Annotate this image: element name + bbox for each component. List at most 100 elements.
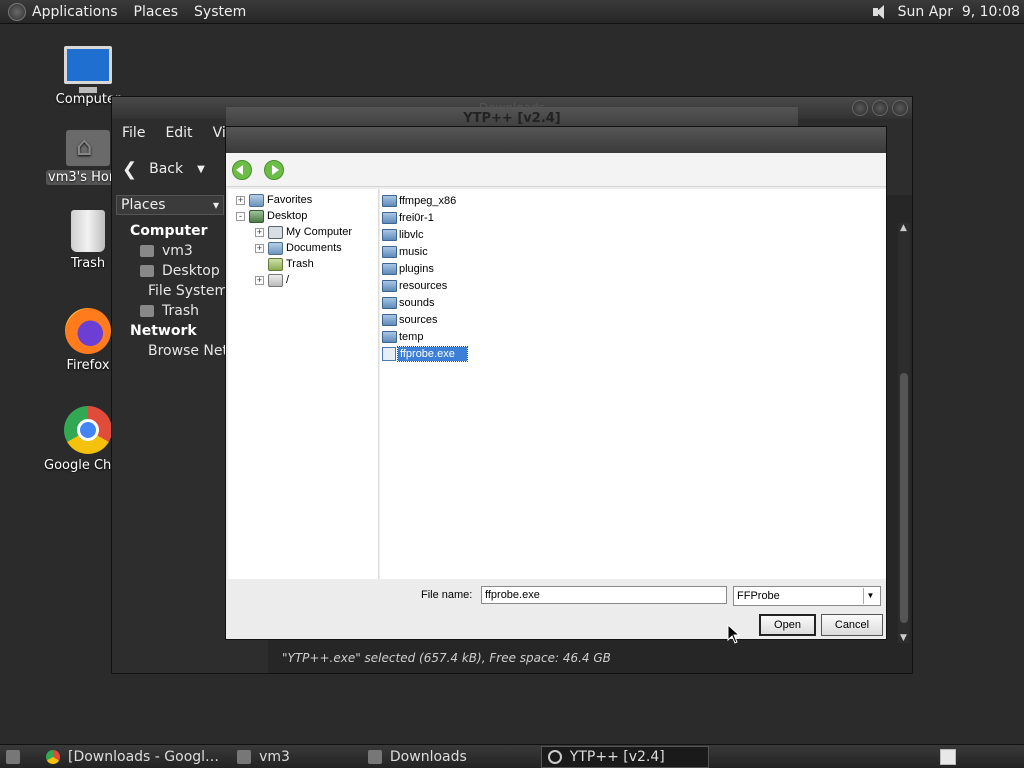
expand-icon[interactable]: +	[255, 227, 264, 237]
folder-icon	[382, 279, 397, 292]
dialog-footer: File name: FFProbe ▼ Open Cancel	[226, 579, 886, 639]
file-list: ffmpeg_x86 frei0r-1 libvlc music plugins…	[380, 189, 886, 579]
expand-icon[interactable]: +	[255, 275, 264, 285]
desktop-icon	[249, 209, 264, 223]
folder-tree: + Favorites - Desktop + My Computer + Do…	[228, 189, 379, 579]
list-item[interactable]: libvlc	[382, 227, 423, 242]
folder-icon	[382, 194, 397, 207]
sidebar-item-browse-network[interactable]: Browse Network	[112, 341, 262, 361]
dialog-nav-toolbar	[226, 153, 886, 187]
sidebar-item-trash[interactable]: Trash	[112, 301, 228, 321]
back-button[interactable]: ❮ Back ▼	[122, 159, 205, 180]
clock[interactable]: Sun Apr 9, 10:08	[898, 4, 1020, 20]
dialog-titlebar[interactable]	[226, 127, 886, 153]
sidebar-item-vm3[interactable]: vm3	[112, 241, 228, 261]
maximize-button[interactable]	[872, 100, 888, 116]
computer-icon	[64, 46, 112, 93]
sidebar-item-file-system[interactable]: File System	[112, 281, 228, 301]
cancel-button[interactable]: Cancel	[821, 614, 883, 636]
chevron-down-icon[interactable]: ▼	[863, 588, 877, 604]
favorites-folder-icon	[249, 193, 264, 207]
sidebar-item-label: Trash	[162, 303, 199, 319]
tree-item-trash[interactable]: Trash	[255, 256, 314, 272]
expand-icon[interactable]: +	[255, 243, 264, 253]
taskbar-item-downloads[interactable]: Downloads	[362, 746, 473, 768]
folder-icon	[140, 265, 154, 277]
taskbar-item-label: Downloads	[389, 748, 467, 765]
taskbar-item-label: YTP++ [v2.4]	[569, 748, 665, 765]
list-item[interactable]: plugins	[382, 261, 434, 276]
tree-item-my-computer[interactable]: + My Computer	[255, 224, 352, 240]
chrome-icon	[64, 406, 112, 454]
downloads-toolbar: ❮ Back ▼	[112, 149, 205, 189]
list-item[interactable]: temp	[382, 329, 423, 344]
folder-icon	[382, 313, 397, 326]
file-name: sounds	[399, 296, 435, 309]
vertical-scrollbar[interactable]: ▲ ▼	[898, 223, 910, 643]
list-item[interactable]: resources	[382, 278, 447, 293]
scrollbar-thumb[interactable]	[900, 373, 908, 623]
places-selector[interactable]: Places	[116, 195, 224, 215]
my-computer-icon	[268, 225, 283, 239]
expander-placeholder	[255, 259, 264, 269]
folder-icon	[382, 245, 397, 258]
mouse-cursor-icon	[727, 624, 741, 644]
list-item[interactable]: ffmpeg_x86	[382, 193, 456, 208]
tree-item-label: Desktop	[267, 210, 308, 222]
sidebar-item-label: Desktop	[162, 263, 220, 279]
tree-item-root[interactable]: + /	[255, 272, 289, 288]
list-item[interactable]: frei0r-1	[382, 210, 434, 225]
file-name: sources	[399, 313, 438, 326]
filetype-select[interactable]: FFProbe ▼	[733, 586, 881, 606]
list-item-selected[interactable]: ffprobe.exe	[382, 345, 468, 362]
system-menu[interactable]: System	[194, 4, 246, 20]
volume-icon[interactable]	[872, 4, 888, 20]
collapse-icon[interactable]: -	[236, 211, 245, 221]
tree-item-desktop[interactable]: - Desktop	[236, 208, 307, 224]
tree-item-documents[interactable]: + Documents	[255, 240, 342, 256]
trash-icon	[140, 305, 154, 317]
taskbar-item-ytp[interactable]: YTP++ [v2.4]	[540, 745, 709, 768]
home-folder-icon	[66, 130, 110, 166]
workspace-switcher[interactable]	[940, 748, 956, 765]
executable-file-icon	[382, 346, 396, 361]
file-name: temp	[399, 330, 424, 343]
drive-icon	[268, 273, 283, 287]
forward-arrow-icon[interactable]	[264, 159, 284, 180]
tree-item-favorites[interactable]: + Favorites	[236, 192, 312, 208]
list-item[interactable]: music	[382, 244, 428, 259]
tree-item-label: My Computer	[286, 226, 353, 238]
tree-item-label: Trash	[286, 258, 314, 270]
back-arrow-icon[interactable]	[232, 159, 252, 180]
places-menu[interactable]: Places	[134, 4, 179, 20]
list-item[interactable]: sounds	[382, 295, 434, 310]
folder-icon	[382, 330, 397, 343]
filename-input[interactable]	[481, 586, 727, 604]
chevron-down-icon[interactable]: ▼	[197, 164, 205, 175]
documents-icon	[268, 241, 283, 255]
file-name: frei0r-1	[399, 211, 434, 224]
filename-label: File name:	[421, 589, 473, 601]
file-name: music	[399, 245, 428, 258]
minimize-button[interactable]	[852, 100, 868, 116]
list-item[interactable]: sources	[382, 312, 438, 327]
filetype-value: FFProbe	[737, 590, 780, 602]
sidebar-header-network: Network	[130, 323, 197, 339]
sidebar-item-desktop[interactable]: Desktop	[112, 261, 228, 281]
taskbar-item-vm3[interactable]: vm3	[231, 746, 296, 768]
menu-edit[interactable]: Edit	[155, 125, 202, 141]
menu-file[interactable]: File	[112, 125, 155, 141]
folder-icon	[367, 749, 382, 764]
scroll-down-icon[interactable]: ▼	[900, 633, 907, 643]
taskbar-item-chrome[interactable]: [Downloads - Googl…	[40, 746, 225, 768]
show-desktop-button[interactable]	[0, 746, 34, 768]
scroll-up-icon[interactable]: ▲	[900, 223, 907, 233]
applications-menu[interactable]: Applications	[32, 4, 118, 20]
open-button[interactable]: Open	[759, 614, 816, 636]
file-name: ffprobe.exe	[397, 345, 468, 362]
close-button[interactable]	[892, 100, 908, 116]
ytp-icon	[547, 749, 562, 764]
expand-icon[interactable]: +	[236, 195, 245, 205]
status-bar: "YTP++.exe" selected (657.4 kB), Free sp…	[282, 651, 611, 665]
main-menu-logo-icon[interactable]	[8, 2, 26, 21]
